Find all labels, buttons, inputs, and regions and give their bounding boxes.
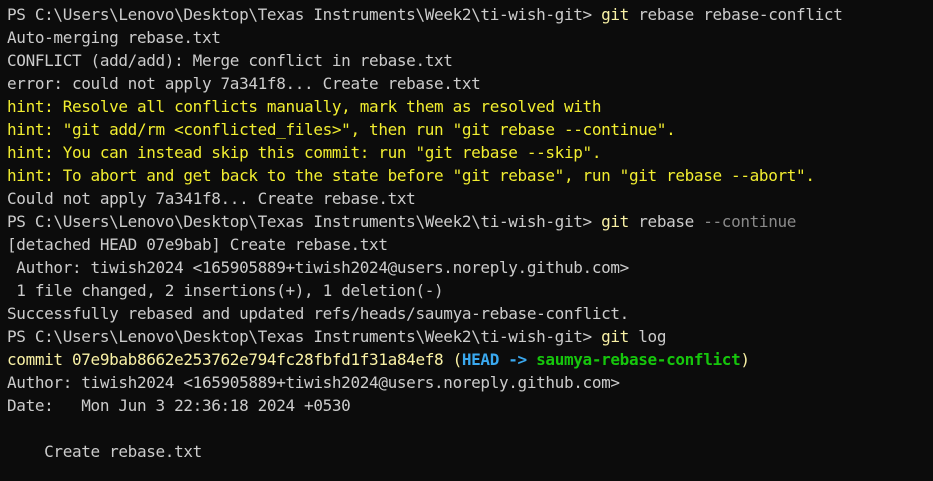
terminal-text-segment: log: [628, 327, 667, 346]
terminal-text-segment: 1 file changed, 2 insertions(+), 1 delet…: [7, 281, 444, 300]
terminal-line: Author: tiwish2024 <165905889+tiwish2024…: [7, 371, 933, 394]
terminal-line: error: could not apply 7a341f8... Create…: [7, 72, 933, 95]
terminal-line: Date: Mon Jun 3 22:36:18 2024 +0530: [7, 394, 933, 417]
terminal-text-segment: --continue: [703, 212, 797, 231]
terminal-line: Successfully rebased and updated refs/he…: [7, 302, 933, 325]
terminal-text-segment: Auto-merging rebase.txt: [7, 28, 221, 47]
terminal-text-segment: [detached HEAD 07e9bab] Create rebase.tx…: [7, 235, 388, 254]
terminal-line: commit 07e9bab8662e253762e794fc28fbfd1f3…: [7, 348, 933, 371]
terminal-window[interactable]: PS C:\Users\Lenovo\Desktop\Texas Instrum…: [0, 0, 933, 481]
terminal-line: PS C:\Users\Lenovo\Desktop\Texas Instrum…: [7, 3, 933, 26]
terminal-line: Auto-merging rebase.txt: [7, 26, 933, 49]
terminal-text-segment: error: could not apply 7a341f8... Create…: [7, 74, 481, 93]
terminal-line: Create rebase.txt: [7, 440, 933, 463]
terminal-text-segment: saumya-rebase-conflict: [536, 350, 741, 369]
terminal-line: PS C:\Users\Lenovo\Desktop\Texas Instrum…: [7, 325, 933, 348]
terminal-text-segment: hint: "git add/rm <conflicted_files>", t…: [7, 120, 676, 139]
terminal-line: CONFLICT (add/add): Merge conflict in re…: [7, 49, 933, 72]
terminal-text-segment: PS C:\Users\Lenovo\Desktop\Texas Instrum…: [7, 327, 602, 346]
terminal-line: hint: Resolve all conflicts manually, ma…: [7, 95, 933, 118]
terminal-text-segment: hint: To abort and get back to the state…: [7, 166, 815, 185]
terminal-text-segment: Author: tiwish2024 <165905889+tiwish2024…: [7, 373, 620, 392]
terminal-text-segment: rebase: [628, 212, 704, 231]
terminal-line: PS C:\Users\Lenovo\Desktop\Texas Instrum…: [7, 210, 933, 233]
terminal-text-segment: hint: You can instead skip this commit: …: [7, 143, 602, 162]
terminal-text-segment: PS C:\Users\Lenovo\Desktop\Texas Instrum…: [7, 212, 602, 231]
terminal-line: [detached HEAD 07e9bab] Create rebase.tx…: [7, 233, 933, 256]
terminal-text-segment: ): [740, 350, 750, 369]
terminal-text-segment: git: [601, 327, 629, 346]
terminal-line: 1 file changed, 2 insertions(+), 1 delet…: [7, 279, 933, 302]
terminal-text-segment: CONFLICT (add/add): Merge conflict in re…: [7, 51, 453, 70]
terminal-line: hint: "git add/rm <conflicted_files>", t…: [7, 118, 933, 141]
terminal-text-segment: Author: tiwish2024 <165905889+tiwish2024…: [7, 258, 629, 277]
terminal-text-segment: Successfully rebased and updated refs/he…: [7, 304, 629, 323]
terminal-line: hint: To abort and get back to the state…: [7, 164, 933, 187]
terminal-text-segment: hint: Resolve all conflicts manually, ma…: [7, 97, 602, 116]
terminal-text-segment: Date: Mon Jun 3 22:36:18 2024 +0530: [7, 396, 351, 415]
terminal-text-segment: Could not apply 7a341f8... Create rebase…: [7, 189, 416, 208]
terminal-text-segment: PS C:\Users\Lenovo\Desktop\Texas Instrum…: [7, 5, 602, 24]
terminal-text-segment: Create rebase.txt: [7, 442, 202, 461]
terminal-text-segment: git: [601, 212, 629, 231]
terminal-text-segment: rebase rebase-conflict: [628, 5, 843, 24]
terminal-text-segment: commit 07e9bab8662e253762e794fc28fbfd1f3…: [7, 350, 462, 369]
terminal-line: Author: tiwish2024 <165905889+tiwish2024…: [7, 256, 933, 279]
terminal-line: hint: You can instead skip this commit: …: [7, 141, 933, 164]
terminal-text-segment: git: [601, 5, 629, 24]
terminal-text-segment: HEAD ->: [461, 350, 537, 369]
terminal-line: Could not apply 7a341f8... Create rebase…: [7, 187, 933, 210]
